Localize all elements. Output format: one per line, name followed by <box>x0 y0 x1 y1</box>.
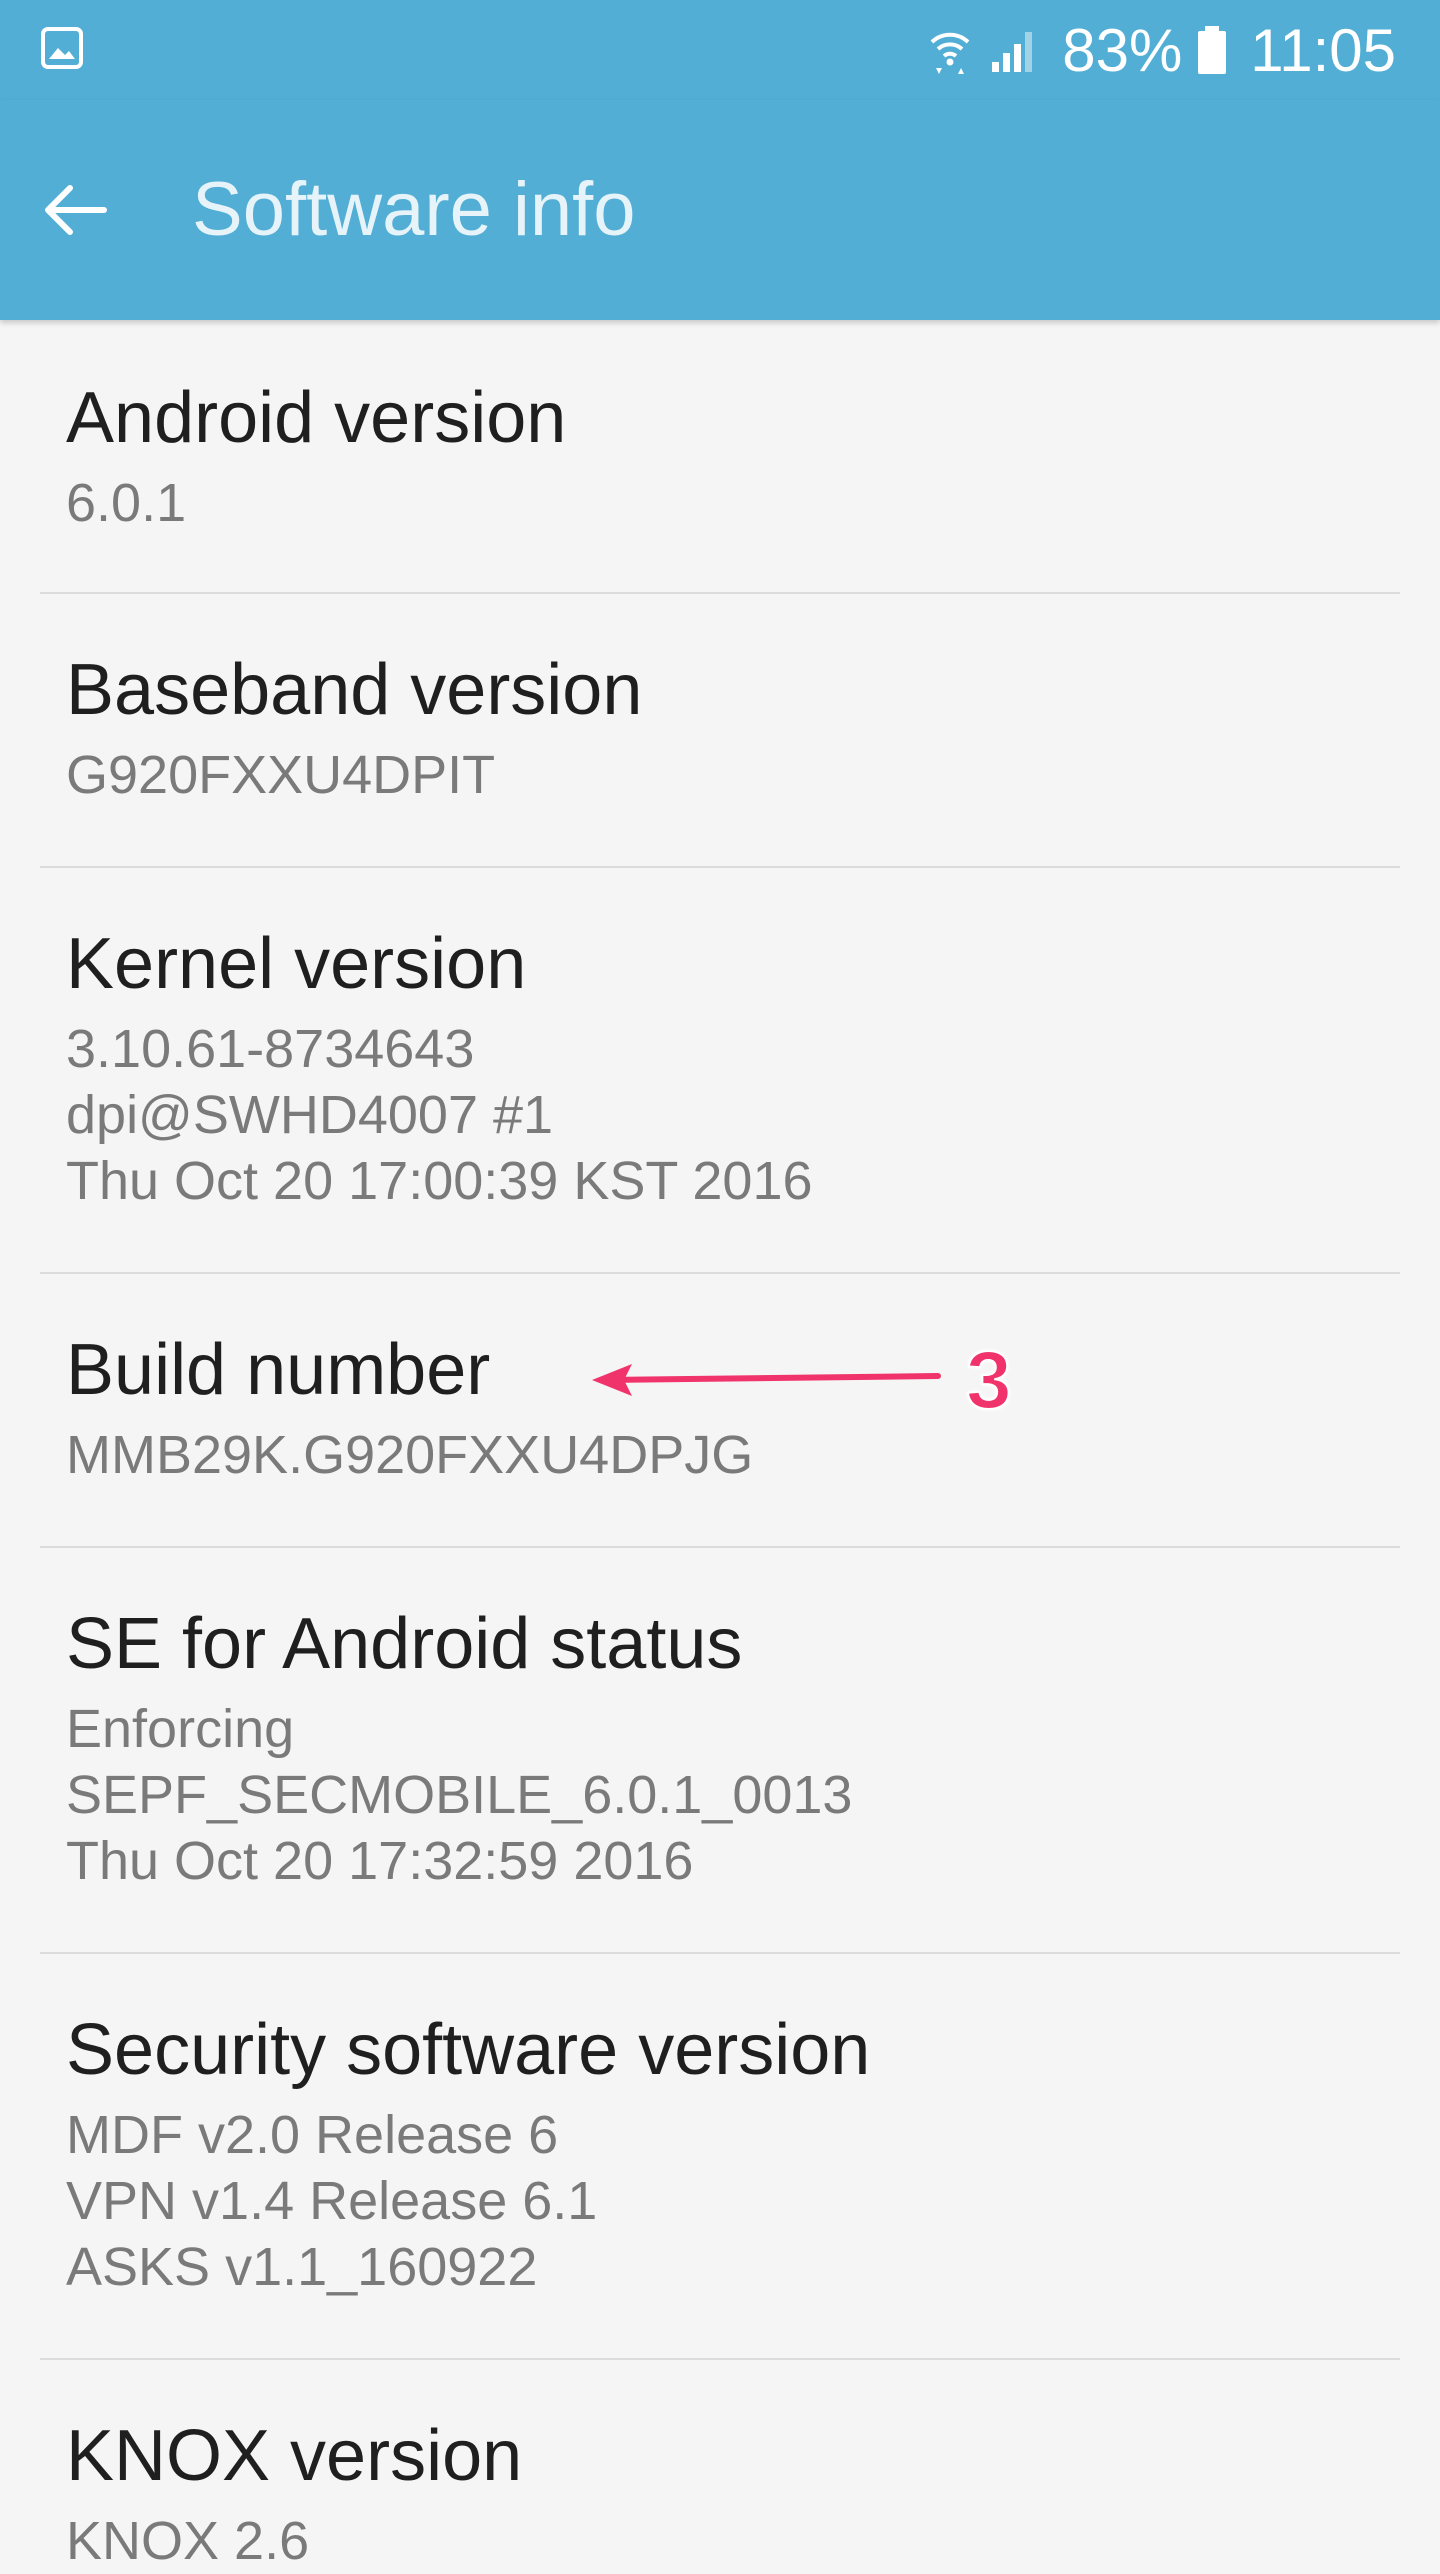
item-value: 6.0.1 <box>66 470 186 536</box>
app-bar: Software info <box>0 100 1440 320</box>
item-value: KNOX 2.6 <box>66 2508 309 2574</box>
page-title: Software info <box>192 167 636 252</box>
item-value: Enforcing SEPF_SECMOBILE_6.0.1_0013 Thu … <box>66 1696 852 1894</box>
item-title: KNOX version <box>66 2416 523 2496</box>
item-value-line: ASKS v1.1_160922 <box>66 2237 538 2297</box>
item-title: Android version <box>66 378 567 458</box>
status-bar: 83% 11:05 <box>0 0 1440 100</box>
item-value-line: G920FXXU4DPIT <box>66 745 496 805</box>
item-title: Build number <box>66 1330 491 1410</box>
item-value: 3.10.61-8734643 dpi@SWHD4007 #1 Thu Oct … <box>66 1016 813 1214</box>
item-value-line: 6.0.1 <box>66 473 187 533</box>
status-icons: 83% 11:05 <box>928 14 1396 86</box>
item-value: MMB29K.G920FXXU4DPJG <box>66 1422 753 1488</box>
list-item-se-for-android-status[interactable]: SE for Android status Enforcing SEPF_SEC… <box>0 1548 1440 1952</box>
gallery-notification-icon <box>41 27 83 69</box>
item-title: SE for Android status <box>66 1604 743 1684</box>
item-value-line: KNOX 2.6 <box>66 2511 310 2571</box>
battery-icon <box>1198 26 1227 74</box>
item-title: Baseband version <box>66 650 643 730</box>
list-item-kernel-version[interactable]: Kernel version 3.10.61-8734643 dpi@SWHD4… <box>0 868 1440 1272</box>
back-button[interactable] <box>40 160 150 260</box>
item-value-line: VPN v1.4 Release 6.1 <box>66 2171 598 2231</box>
item-value: G920FXXU4DPIT <box>66 742 495 808</box>
status-time: 11:05 <box>1250 16 1396 84</box>
item-value-line: Enforcing <box>66 1699 295 1759</box>
item-value-line: Thu Oct 20 17:32:59 2016 <box>66 1831 694 1891</box>
list-item-knox-version[interactable]: KNOX version KNOX 2.6 <box>0 2360 1440 2571</box>
item-value-line: dpi@SWHD4007 #1 <box>66 1085 554 1145</box>
item-value-line: Thu Oct 20 17:00:39 KST 2016 <box>66 1151 813 1211</box>
list-item-security-software-version[interactable]: Security software version MDF v2.0 Relea… <box>0 1954 1440 2358</box>
battery-percent: 83% <box>1062 16 1183 84</box>
signal-icon <box>992 32 1033 72</box>
item-title: Security software version <box>66 2010 871 2090</box>
arrow-back-icon <box>45 185 107 235</box>
item-value: MDF v2.0 Release 6 VPN v1.4 Release 6.1 … <box>66 2102 597 2300</box>
list-item-android-version[interactable]: Android version 6.0.1 <box>0 322 1440 592</box>
annotation-number: 3 <box>965 1335 1013 1427</box>
item-value-line: MMB29K.G920FXXU4DPJG <box>66 1425 754 1485</box>
list-item-baseband-version[interactable]: Baseband version G920FXXU4DPIT <box>0 594 1440 866</box>
item-title: Kernel version <box>66 924 527 1004</box>
wifi-icon <box>930 32 970 74</box>
item-value-line: 3.10.61-8734643 <box>66 1019 475 1079</box>
item-value-line: SEPF_SECMOBILE_6.0.1_0013 <box>66 1765 853 1825</box>
item-value-line: MDF v2.0 Release 6 <box>66 2105 559 2165</box>
